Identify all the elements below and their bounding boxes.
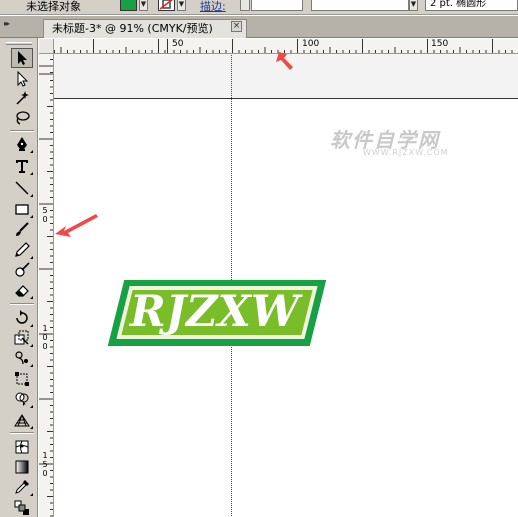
magic-wand-tool-icon[interactable] — [11, 88, 33, 108]
vertical-ruler-ticks — [39, 59, 53, 517]
blob-brush-tool-icon[interactable] — [11, 260, 33, 280]
free-transform-tool-icon[interactable] — [11, 369, 33, 389]
paintbrush-tool-icon[interactable] — [11, 219, 33, 239]
perspective-grid-tool-icon[interactable] — [11, 410, 33, 430]
fill-dropdown-icon[interactable]: ▼ — [139, 0, 148, 11]
rotate-tool-icon[interactable] — [11, 308, 33, 328]
h-ruler-label-50: 50 — [172, 39, 184, 49]
document-tab[interactable]: 未标题-3* @ 91% (CMYK/预览) — [43, 19, 247, 38]
gradient-tool-icon[interactable] — [11, 457, 33, 477]
direct-selection-tool-icon[interactable] — [11, 69, 33, 89]
h-ruler-label-150: 150 — [431, 39, 449, 49]
rjzxw-logo-artwork[interactable]: RJZXW — [107, 280, 327, 346]
stroke-weight-field[interactable] — [251, 0, 303, 11]
watermark-url: WWW.RJZXW.COM — [363, 148, 449, 157]
pen-tool-icon[interactable] — [11, 134, 33, 154]
stroke-dropdown-icon[interactable]: ▼ — [177, 0, 186, 11]
stroke-color-swatch[interactable] — [158, 0, 175, 11]
eyedropper-tool-icon[interactable] — [11, 477, 33, 497]
stroke-label[interactable]: 描边: — [200, 0, 226, 14]
profile-dropdown-icon[interactable]: ▼ — [409, 0, 418, 11]
h-ruler-label-100: 100 — [302, 39, 320, 49]
document-canvas[interactable]: 软件自学网 WWW.RJZXW.COM RJZXW — [54, 54, 518, 517]
v-ruler-label-100: 1 0 0 — [42, 324, 48, 351]
shape-builder-tool-icon[interactable] — [11, 389, 33, 409]
blend-tool-icon[interactable] — [11, 498, 33, 517]
arrow-annotation-left-icon — [55, 214, 98, 237]
rectangle-tool-icon[interactable] — [11, 199, 33, 219]
selection-tool-icon[interactable] — [11, 48, 33, 68]
panel-grip-icon: ▸▸ — [4, 19, 10, 28]
tools-panel — [0, 38, 38, 517]
watermark: 软件自学网 WWW.RJZXW.COM — [330, 124, 480, 164]
mesh-tool-icon[interactable] — [11, 437, 33, 457]
toolbar-grip[interactable] — [6, 42, 32, 45]
type-tool-icon[interactable] — [11, 156, 33, 176]
brush-definition-field[interactable]: 2 pt. 椭圆形 — [425, 0, 518, 11]
control-bar: 未选择对象 ▼ ▼ 描边: ▼ 2 pt. 椭圆形 — [0, 0, 518, 15]
logo-text: RJZXW — [130, 287, 300, 337]
document-tab-title: 未标题-3* @ 91% (CMYK/预览) — [52, 22, 213, 35]
document-tab-strip: ▸▸ 未标题-3* @ 91% (CMYK/预览) × — [0, 16, 518, 38]
close-icon[interactable]: × — [231, 21, 242, 32]
no-stroke-icon — [159, 0, 173, 10]
eraser-tool-icon[interactable] — [11, 280, 33, 300]
arrow-annotation-top-icon — [276, 52, 293, 70]
pencil-tool-icon[interactable] — [11, 240, 33, 260]
lasso-tool-icon[interactable] — [11, 108, 33, 128]
variable-width-profile-field[interactable] — [311, 0, 409, 11]
ruler-origin[interactable] — [39, 39, 54, 54]
line-segment-tool-icon[interactable] — [11, 178, 33, 198]
v-ruler-label-150: 1 5 0 — [42, 451, 48, 478]
stroke-weight-stepper[interactable] — [240, 0, 250, 11]
vertical-ruler[interactable]: 5 0 1 0 0 1 5 0 — [39, 54, 54, 517]
v-ruler-label-50: 5 0 — [42, 206, 48, 224]
fill-color-swatch[interactable] — [120, 0, 137, 11]
warp-tool-icon[interactable] — [11, 348, 33, 368]
selection-status-label: 未选择对象 — [26, 0, 81, 13]
scale-tool-icon[interactable] — [11, 328, 33, 348]
